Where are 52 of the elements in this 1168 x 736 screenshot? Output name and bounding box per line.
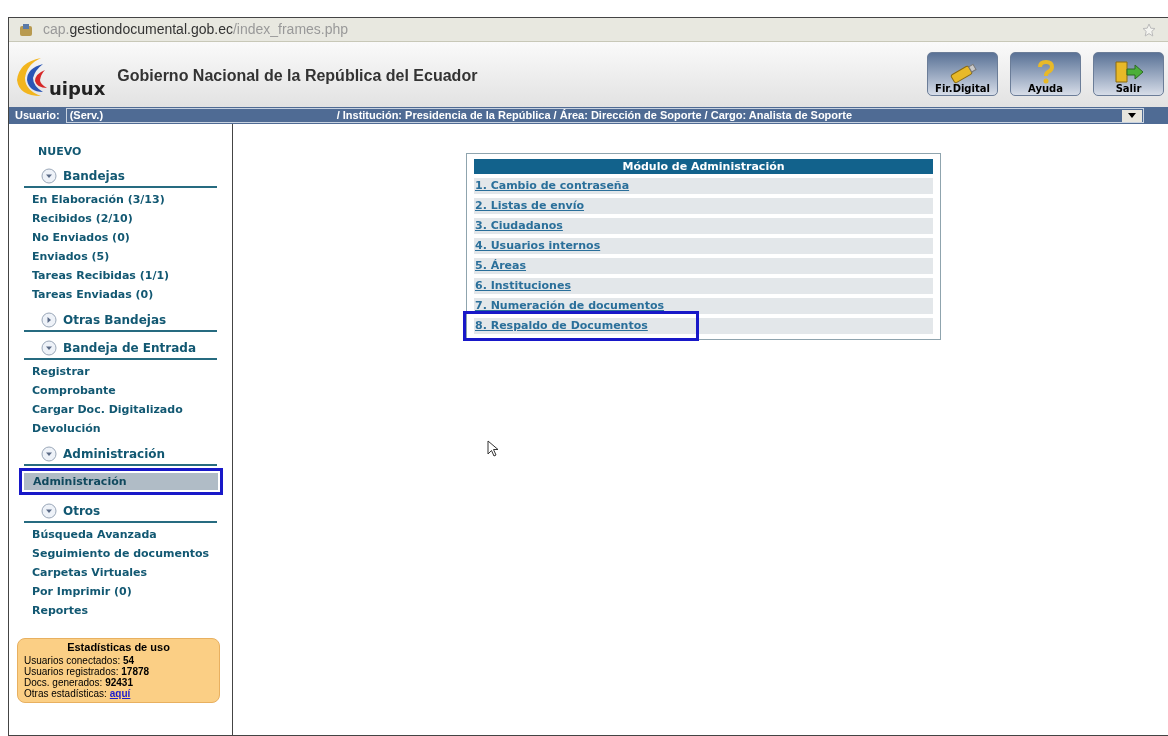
page-title: Gobierno Nacional de la República del Ecuador bbox=[117, 66, 478, 86]
sidebar-link[interactable]: Búsqueda Avanzada bbox=[16, 525, 217, 544]
exit-door-icon bbox=[1112, 60, 1145, 84]
expand-down-icon[interactable] bbox=[41, 340, 57, 356]
sidebar-link[interactable]: Por Imprimir (0) bbox=[16, 582, 217, 601]
stats-link[interactable]: aquí bbox=[109, 688, 131, 699]
sidebar-link[interactable]: No Enviados (0) bbox=[16, 228, 217, 247]
dropdown-caret-icon bbox=[1128, 113, 1136, 118]
module-title: Módulo de Administración bbox=[474, 159, 933, 174]
header-button[interactable]: Salir bbox=[1093, 52, 1164, 96]
sidebar-link[interactable]: Enviados (5) bbox=[16, 247, 217, 266]
stats-line: Usuarios registrados: 17878 bbox=[24, 666, 151, 677]
module-link[interactable]: 5. Áreas bbox=[475, 259, 527, 273]
mouse-pointer-icon bbox=[487, 440, 501, 458]
sidebar-link[interactable]: Tareas Enviadas (0) bbox=[16, 285, 217, 304]
module-link[interactable]: 3. Ciudadanos bbox=[475, 219, 563, 233]
bookmark-star-icon[interactable] bbox=[1142, 22, 1156, 37]
header-button[interactable]: Fir.Digital bbox=[927, 52, 998, 96]
user-role-select[interactable]: (Serv.) / Institución: Presidencia de la República / Área: Dirección de Soporte / Cargo: Analista de Soporte bbox=[65, 108, 1144, 123]
site-emblem-icon bbox=[19, 22, 33, 37]
sidebar-link[interactable]: En Elaboración (3/13) bbox=[16, 190, 217, 209]
sidebar-link[interactable]: Carpetas Virtuales bbox=[16, 563, 217, 582]
sidebar-link[interactable]: Seguimiento de documentos bbox=[16, 544, 217, 563]
address-bar[interactable]: cap.gestiondocumental.gob.ec/index_frames.php bbox=[9, 18, 1168, 42]
url-text: cap.gestiondocumental.gob.ec/index_frames.php bbox=[43, 20, 349, 39]
section-header[interactable]: Otros bbox=[24, 502, 217, 523]
stats-line: Usuarios conectados: 54 bbox=[24, 655, 136, 666]
user-label: Usuario: bbox=[15, 108, 60, 124]
section-header[interactable]: Administración bbox=[24, 445, 217, 466]
header-button[interactable]: Ayuda bbox=[1010, 52, 1081, 96]
stats-title: Estadísticas de uso bbox=[66, 642, 171, 653]
expand-down-icon[interactable] bbox=[41, 446, 57, 462]
section-header[interactable]: Bandeja de Entrada bbox=[24, 339, 217, 360]
sidebar-link[interactable]: Recibidos (2/10) bbox=[16, 209, 217, 228]
sidebar-link[interactable]: Tareas Recibidas (1/1) bbox=[16, 266, 217, 285]
expand-down-icon[interactable] bbox=[41, 168, 57, 184]
sidebar-link[interactable]: Reportes bbox=[16, 601, 217, 620]
module-link[interactable]: 6. Instituciones bbox=[475, 279, 571, 293]
expand-down-icon[interactable] bbox=[41, 503, 57, 519]
stats-line: Docs. generados: 92431 bbox=[24, 677, 134, 688]
expand-right-icon[interactable] bbox=[41, 312, 57, 328]
sidebar-link[interactable]: Comprobante bbox=[16, 381, 217, 400]
question-mark-icon bbox=[1035, 60, 1056, 84]
section-header[interactable]: Otras Bandejas bbox=[24, 311, 217, 332]
section-header[interactable]: Bandejas bbox=[24, 167, 217, 188]
sidebar-link[interactable]: Devolución bbox=[16, 419, 217, 438]
new-document-link[interactable]: NUEVO bbox=[38, 144, 217, 160]
sidebar-link[interactable]: Administración bbox=[24, 473, 218, 490]
sidebar-link[interactable]: Cargar Doc. Digitalizado bbox=[16, 400, 217, 419]
stats-line: Otras estadísticas: bbox=[24, 688, 107, 699]
sidebar-link[interactable]: Registrar bbox=[16, 362, 217, 381]
logo-text: uipux bbox=[49, 80, 106, 98]
